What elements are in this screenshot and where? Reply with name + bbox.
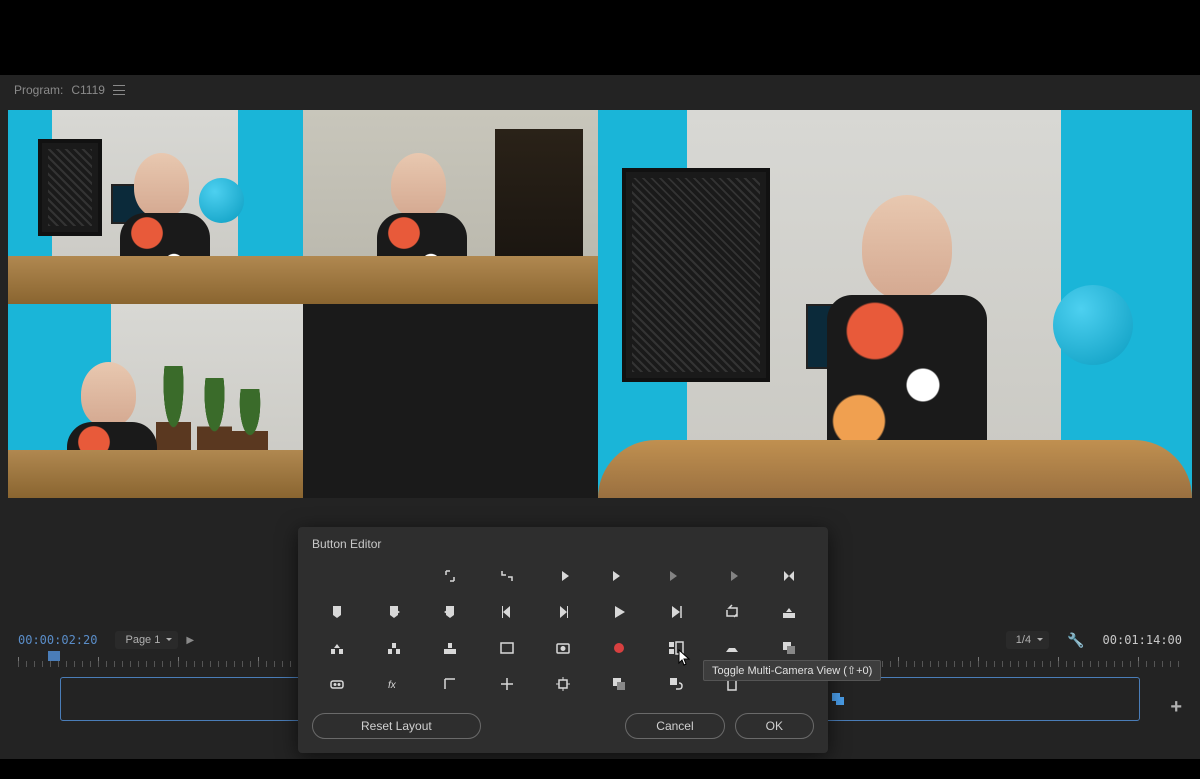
mark-selection-button[interactable] (481, 561, 531, 591)
resolution-selector[interactable]: 1/4 (1006, 631, 1049, 649)
button-editor-popup: Button Editor (298, 527, 828, 753)
step-fwd-button[interactable] (538, 597, 588, 627)
page-selector[interactable]: Page 1 (115, 631, 178, 649)
mark-out-button[interactable] (368, 561, 418, 591)
clear-in-out-button[interactable] (764, 561, 814, 591)
comparison-view-icon[interactable] (829, 690, 847, 708)
play-button[interactable] (594, 597, 644, 627)
program-monitor-workspace: Program: C1119 (0, 75, 1200, 759)
proxy-button[interactable] (707, 633, 757, 663)
vr-toggle-button[interactable] (312, 669, 362, 699)
resolution-label: 1/4 (1016, 634, 1031, 646)
mark-in-button[interactable] (312, 561, 362, 591)
next-page-arrow-icon[interactable]: ▶ (186, 635, 194, 646)
svg-text:fx: fx (388, 680, 397, 691)
go-next-marker-button[interactable] (425, 597, 475, 627)
settings-wrench-icon[interactable]: 🔧 (1067, 632, 1084, 649)
camera-angle-2[interactable] (303, 110, 598, 304)
playhead[interactable] (48, 651, 60, 661)
extract-button[interactable] (312, 633, 362, 663)
loop-button[interactable] (707, 597, 757, 627)
clear-in-button[interactable] (651, 561, 701, 591)
multicam-view-button[interactable] (651, 633, 701, 663)
multicam-grid (8, 110, 598, 498)
panel-menu-icon[interactable] (113, 85, 125, 95)
multicam-tooltip: Toggle Multi-Camera View (⇧+0) (703, 660, 881, 681)
record-button[interactable] (594, 633, 644, 663)
camera-angle-1[interactable] (8, 110, 303, 304)
ruler-button[interactable] (425, 669, 475, 699)
duration-timecode: 00:01:14:00 (1103, 633, 1182, 647)
reset-layout-button[interactable]: Reset Layout (312, 713, 481, 739)
fx-mute-button[interactable]: fx (368, 669, 418, 699)
go-to-out-button[interactable] (594, 561, 644, 591)
camera-angle-4[interactable] (303, 304, 598, 498)
overwrite-button[interactable] (425, 633, 475, 663)
step-back-button[interactable] (481, 597, 531, 627)
add-marker-button[interactable] (312, 597, 362, 627)
panel-title-prefix: Program: (14, 83, 63, 97)
snap-guides-button[interactable] (538, 669, 588, 699)
safe-margins-button[interactable] (481, 633, 531, 663)
panel-sequence-name: C1119 (71, 83, 105, 97)
cancel-button[interactable]: Cancel (625, 713, 724, 739)
export-frame-button[interactable] (538, 633, 588, 663)
add-button-icon[interactable]: + (1170, 696, 1182, 719)
page-selector-label: Page 1 (125, 634, 160, 646)
current-timecode[interactable]: 00:00:02:20 (18, 633, 97, 647)
popup-button-row: Reset Layout Cancel OK (312, 713, 814, 739)
popup-title: Button Editor (312, 537, 814, 551)
attach-button[interactable] (651, 669, 701, 699)
ok-button[interactable]: OK (735, 713, 814, 739)
camera-angle-3[interactable] (8, 304, 303, 498)
program-output[interactable] (598, 110, 1192, 498)
clear-out-button[interactable] (707, 561, 757, 591)
transparency-button[interactable] (594, 669, 644, 699)
panel-header: Program: C1119 (0, 75, 1200, 105)
program-monitor-viewer[interactable] (8, 110, 1192, 498)
guides-button[interactable] (481, 669, 531, 699)
lift-button[interactable] (764, 597, 814, 627)
insert-button[interactable] (368, 633, 418, 663)
go-prev-marker-button[interactable] (368, 597, 418, 627)
mark-clip-button[interactable] (425, 561, 475, 591)
comparison-button[interactable] (764, 633, 814, 663)
play-in-out-button[interactable] (651, 597, 701, 627)
go-to-in-button[interactable] (538, 561, 588, 591)
